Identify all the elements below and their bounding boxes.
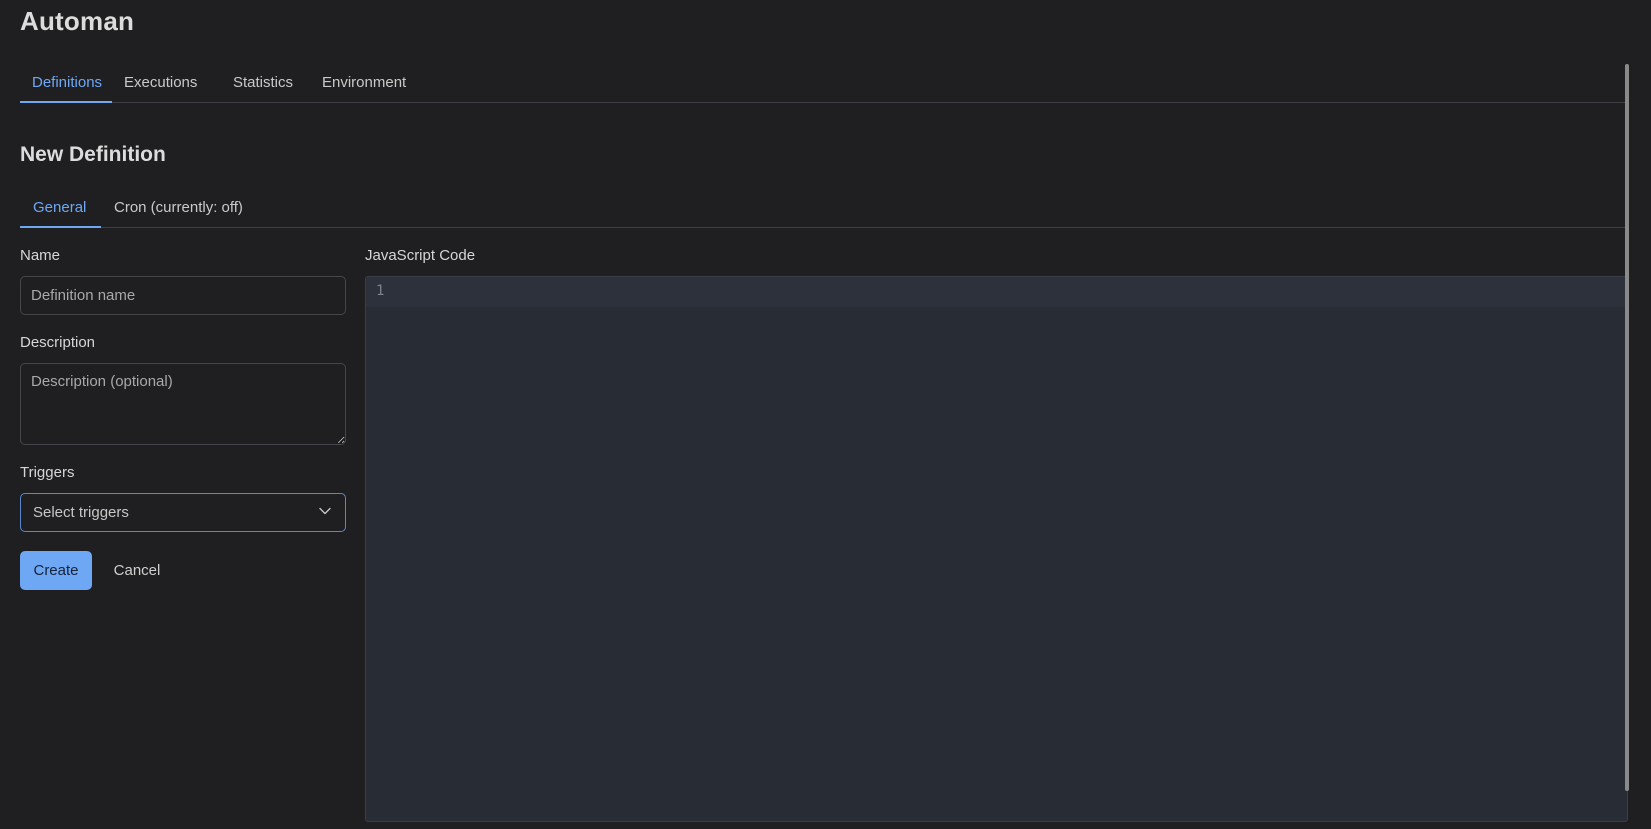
name-input[interactable] (20, 276, 346, 315)
description-textarea[interactable] (20, 363, 346, 445)
tab-environment[interactable]: Environment (310, 64, 414, 102)
tab-executions[interactable]: Executions (112, 64, 222, 102)
line-number: 1 (376, 283, 385, 299)
description-label: Description (20, 334, 96, 351)
page-title: New Definition (20, 143, 166, 166)
app-root: Automan Definitions Executions Statistic… (0, 0, 1651, 829)
create-button[interactable]: Create (20, 551, 92, 590)
page-scrollbar[interactable] (1625, 64, 1629, 791)
javascript-code-editor[interactable]: 1 (365, 276, 1628, 822)
cancel-button[interactable]: Cancel (104, 551, 170, 590)
name-label: Name (20, 247, 61, 264)
tab-statistics[interactable]: Statistics (222, 64, 310, 102)
tab-definitions[interactable]: Definitions (20, 64, 112, 103)
sub-tab-bar: General Cron (currently: off) (20, 189, 1626, 228)
code-label: JavaScript Code (365, 247, 476, 264)
triggers-select[interactable]: Select triggers (20, 493, 346, 532)
active-line-highlight (366, 277, 1627, 307)
tab-general[interactable]: General (20, 189, 101, 228)
triggers-label: Triggers (20, 464, 75, 481)
app-title: Automan (20, 6, 135, 36)
top-tab-bar: Definitions Executions Statistics Enviro… (20, 64, 1626, 103)
tab-cron[interactable]: Cron (currently: off) (101, 189, 261, 227)
triggers-select-value: Select triggers (33, 504, 129, 521)
chevron-down-icon (319, 507, 331, 515)
